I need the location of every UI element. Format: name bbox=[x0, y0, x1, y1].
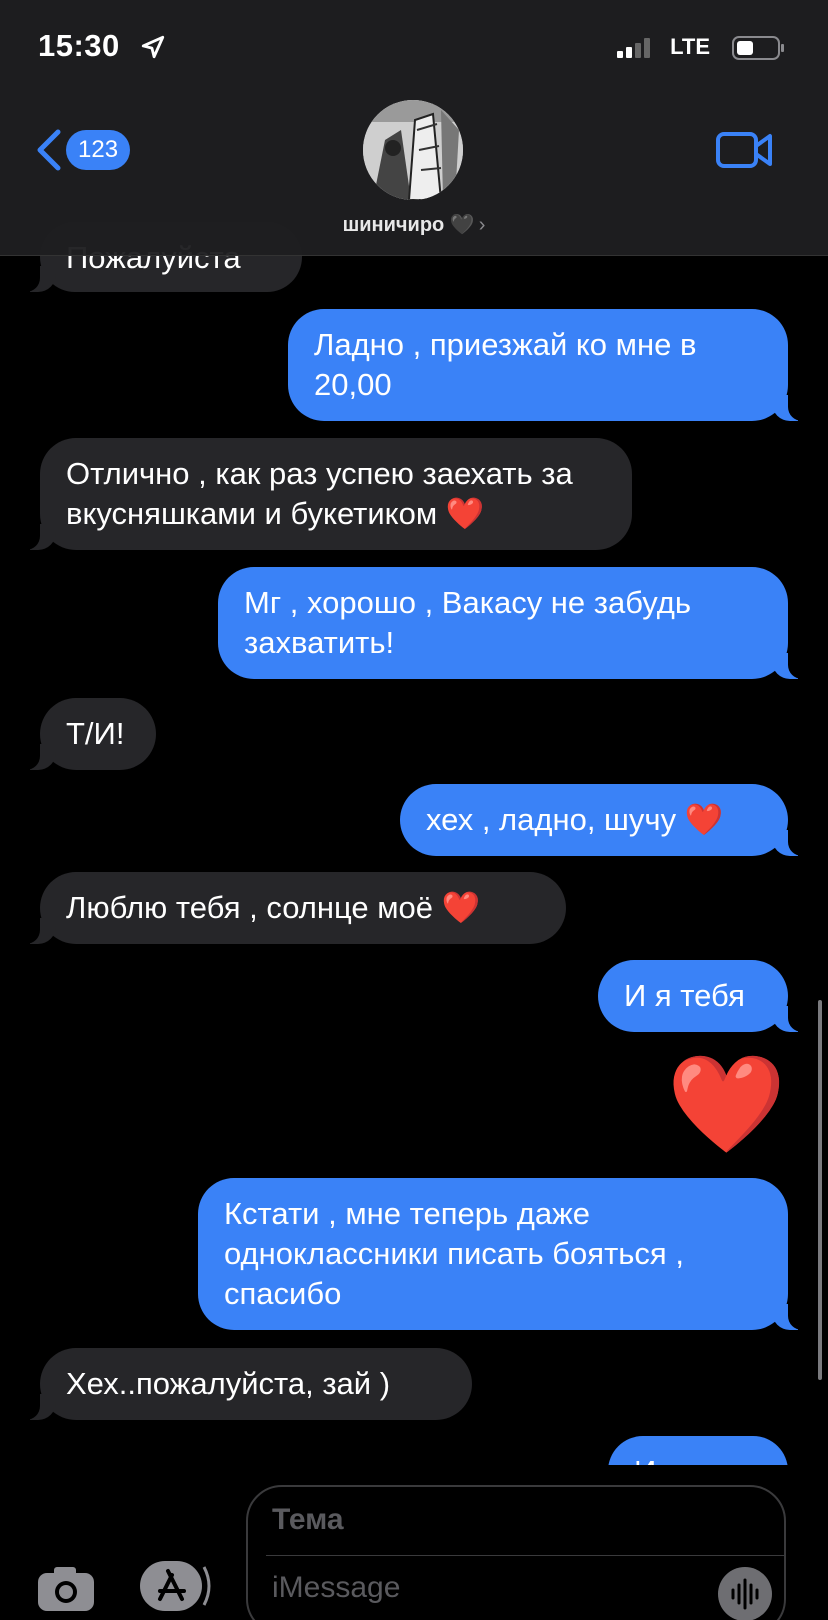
message-outgoing[interactable]: И я тебя bbox=[598, 960, 806, 1032]
heart-emoji: ❤️ bbox=[684, 802, 724, 837]
chevron-left-icon bbox=[37, 129, 61, 171]
contact-name-button[interactable]: шиничиро 🖤 › bbox=[0, 212, 828, 237]
network-type: LTE bbox=[670, 34, 710, 59]
message-field[interactable]: iMessage bbox=[272, 1571, 400, 1605]
message-outgoing[interactable]: хех , ладно, шучу ❤️ bbox=[400, 784, 806, 856]
message-incoming[interactable]: Т/И! bbox=[22, 698, 156, 770]
chevron-right-icon: › bbox=[478, 214, 486, 236]
waveform-icon bbox=[731, 1578, 759, 1610]
app-store-icon[interactable] bbox=[138, 1559, 212, 1613]
message-incoming[interactable]: Отлично , как раз успею заехать за вкусн… bbox=[22, 438, 632, 550]
camera-icon[interactable] bbox=[36, 1565, 96, 1613]
avatar-image bbox=[363, 100, 463, 200]
message-outgoing[interactable]: Кстати , мне теперь даже одноклассники п… bbox=[198, 1178, 806, 1330]
message-input-box[interactable]: Тема iMessage bbox=[246, 1485, 786, 1620]
contact-avatar[interactable] bbox=[363, 100, 463, 200]
composer: Тема iMessage bbox=[0, 1465, 828, 1620]
scrollbar[interactable] bbox=[818, 1000, 822, 1380]
battery-icon bbox=[732, 36, 784, 60]
status-time: 15:30 bbox=[38, 28, 120, 63]
status-bar: 15:30 LTE bbox=[38, 28, 790, 68]
message-outgoing[interactable]: Ладно , приезжай ко мне в 20,00 bbox=[288, 309, 806, 421]
signal-strength-icon bbox=[617, 38, 650, 58]
heart-emoji-message[interactable]: ❤️ bbox=[666, 1055, 786, 1155]
heart-emoji: ❤️ bbox=[445, 496, 485, 531]
location-arrow-icon bbox=[141, 35, 165, 59]
message-incoming[interactable]: Хех..пожалуйста, зай ) bbox=[22, 1348, 472, 1420]
audio-record-button[interactable] bbox=[718, 1567, 772, 1620]
message-incoming[interactable]: Люблю тебя , солнце моё ❤️ bbox=[22, 872, 566, 944]
subject-field[interactable]: Тема bbox=[272, 1503, 344, 1537]
input-divider bbox=[266, 1555, 784, 1556]
heart-emoji: ❤️ bbox=[441, 890, 481, 925]
video-call-icon[interactable] bbox=[716, 130, 772, 170]
unread-count-badge: 123 bbox=[66, 130, 131, 170]
message-outgoing[interactable]: Мг , хорошо , Вакасу не забудь захватить… bbox=[218, 567, 806, 679]
conversation-header: 15:30 LTE 123 шиничиро 🖤 › bbox=[0, 0, 828, 256]
back-button[interactable]: 123 bbox=[34, 128, 131, 172]
